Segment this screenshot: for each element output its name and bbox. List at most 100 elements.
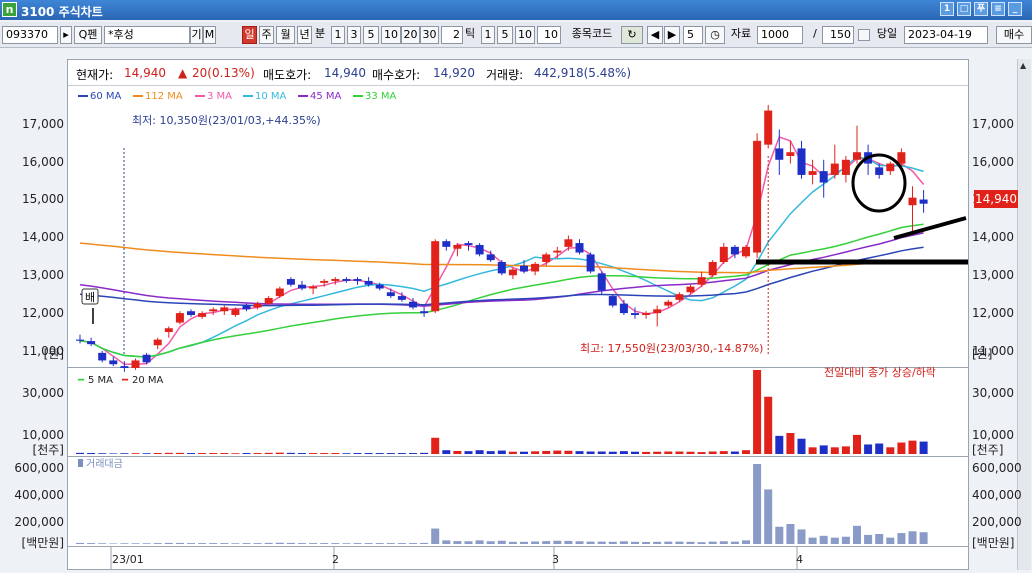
- minute-30-button[interactable]: 30: [420, 26, 439, 44]
- volume-bar: [864, 444, 873, 454]
- period-day-button[interactable]: 일: [242, 26, 257, 44]
- settings-button[interactable]: ≡: [991, 2, 1005, 16]
- date-select[interactable]: 2023-04-19: [904, 26, 988, 44]
- candle-body: [653, 309, 662, 314]
- volume-bar: [142, 453, 151, 454]
- amount-bar: [508, 541, 517, 544]
- clock-icon[interactable]: ◷: [705, 26, 725, 44]
- tick-1-button[interactable]: 1: [481, 26, 495, 44]
- gi-button[interactable]: 기: [190, 26, 203, 44]
- quote-info-bar: 현재가: 14,940 ▲ 20(0.13%) 매도호가: 14,940 매수호…: [68, 60, 968, 86]
- refresh-icon[interactable]: ↻: [621, 26, 643, 44]
- tick-custom-input[interactable]: 10: [537, 26, 561, 44]
- legend-swatch: [195, 95, 205, 97]
- vol-legend-20ma-label: 20 MA: [132, 375, 164, 386]
- buy-button[interactable]: 매수: [996, 26, 1032, 44]
- current-price-label: 현재가:: [76, 68, 114, 82]
- volume-tick-left: 30,000: [22, 386, 64, 400]
- period-month-button[interactable]: 월: [276, 26, 295, 44]
- minimize-button[interactable]: _: [1008, 2, 1022, 16]
- amount-unit-right: [백만원]: [972, 536, 1015, 550]
- stock-code-input[interactable]: 093370: [2, 26, 58, 44]
- amount-bar: [464, 541, 473, 544]
- amount-bar: [908, 531, 917, 544]
- volume-bar: [508, 451, 517, 454]
- today-checkbox[interactable]: [858, 29, 870, 41]
- minute-1-button[interactable]: 1: [331, 26, 345, 44]
- amount-bar: [520, 541, 528, 544]
- minute-20-button[interactable]: 20: [401, 26, 420, 44]
- volume-bar: [642, 451, 651, 454]
- volume-note: 전일대비 종가 상승/하락: [824, 365, 936, 379]
- volume-bar: [242, 453, 251, 454]
- price-tick-left: 16,000: [22, 154, 64, 169]
- high-annotation: 최고: 17,550원(23/03/30,-14.87%): [580, 342, 763, 355]
- amount-tick-left: 600,000: [14, 461, 64, 475]
- search-stock-button[interactable]: Q펜: [74, 26, 102, 44]
- minute-10-button[interactable]: 10: [381, 26, 401, 44]
- next-arrow-icon[interactable]: ▶: [664, 26, 680, 44]
- volume-bar: [87, 453, 96, 454]
- price-unit-right: [원]: [972, 347, 993, 361]
- period-week-button[interactable]: 주: [259, 26, 274, 44]
- volume-bar: [597, 451, 606, 454]
- volume-bar: [708, 451, 717, 454]
- price-tick-right: 12,000: [972, 306, 1014, 320]
- low-annotation: 최저: 10,350원(23/01/03,+44.35%): [132, 114, 321, 127]
- volume-bar: [742, 450, 750, 454]
- legend-swatch: [78, 95, 88, 97]
- amount-bar: [775, 526, 784, 544]
- vol-legend-20ma: ━: [121, 375, 129, 386]
- pin-button[interactable]: 푸: [974, 2, 988, 16]
- data-count-select[interactable]: 1000: [757, 26, 803, 44]
- volume-bar: [897, 442, 906, 454]
- volume-bar: [131, 453, 140, 454]
- tick-10-button[interactable]: 10: [515, 26, 535, 44]
- tick-count-input[interactable]: 2: [441, 26, 463, 44]
- step-input[interactable]: 5: [683, 26, 703, 44]
- amount-bar: [919, 532, 928, 544]
- amount-bar: [209, 543, 218, 544]
- date-label: 2: [332, 553, 339, 566]
- trend-line: [893, 216, 967, 240]
- volume-bar: [908, 440, 917, 454]
- visible-count-input[interactable]: 150: [822, 26, 854, 44]
- volume-bar: [719, 451, 728, 454]
- volume-bar: [786, 433, 795, 454]
- amount-bar: [841, 536, 850, 544]
- stock-name-field[interactable]: *후성: [104, 26, 190, 44]
- price-tick-right: 14,000: [972, 230, 1014, 245]
- help-button[interactable]: 1: [940, 2, 954, 16]
- volume-bar: [320, 453, 329, 454]
- current-price-tag: 14,940: [974, 190, 1018, 208]
- minute-3-button[interactable]: 3: [347, 26, 361, 44]
- amount-bar: [142, 543, 151, 544]
- restore-window-button[interactable]: □: [957, 2, 971, 16]
- m-button[interactable]: M: [203, 26, 216, 44]
- amount-bar: [797, 529, 806, 544]
- amount-bar: [642, 542, 651, 544]
- period-year-button[interactable]: 년: [297, 26, 312, 44]
- tick-5-button[interactable]: 5: [497, 26, 513, 44]
- collapse-arrow-icon[interactable]: ▲: [1020, 61, 1026, 70]
- next-stock-button[interactable]: ▸: [60, 26, 72, 44]
- amount-bar: [631, 541, 639, 544]
- amount-bar: [76, 542, 84, 544]
- chart-canvas[interactable]: 60 MA 112 MA 3 MA 10 MA 45 MA 33 MA 최저: 10,35…: [68, 86, 968, 570]
- amount-bar: [87, 543, 96, 544]
- volume-bar: [531, 451, 540, 454]
- volume-tick-right: 30,000: [972, 386, 1014, 400]
- candle-body: [797, 148, 806, 175]
- chart-window: 현재가: 14,940 ▲ 20(0.13%) 매도호가: 14,940 매수호…: [67, 59, 969, 570]
- volume-bar: [331, 453, 340, 454]
- volume-bar: [553, 450, 562, 454]
- minute-5-button[interactable]: 5: [363, 26, 379, 44]
- volume-bar: [775, 435, 784, 454]
- ask-label: 매도호가:: [263, 68, 312, 82]
- legend-swatch: [298, 95, 308, 97]
- date-label: 3: [552, 553, 559, 566]
- ma-legend: 60 MA 112 MA 3 MA 10 MA 45 MA 33 MA: [78, 91, 397, 102]
- slash-label: /: [813, 27, 817, 40]
- toolbar: 093370 ▸ Q펜 *후성 기 M 일 주 월 년 분 1 3 5 10 2…: [0, 22, 1032, 48]
- prev-arrow-icon[interactable]: ◀: [647, 26, 663, 44]
